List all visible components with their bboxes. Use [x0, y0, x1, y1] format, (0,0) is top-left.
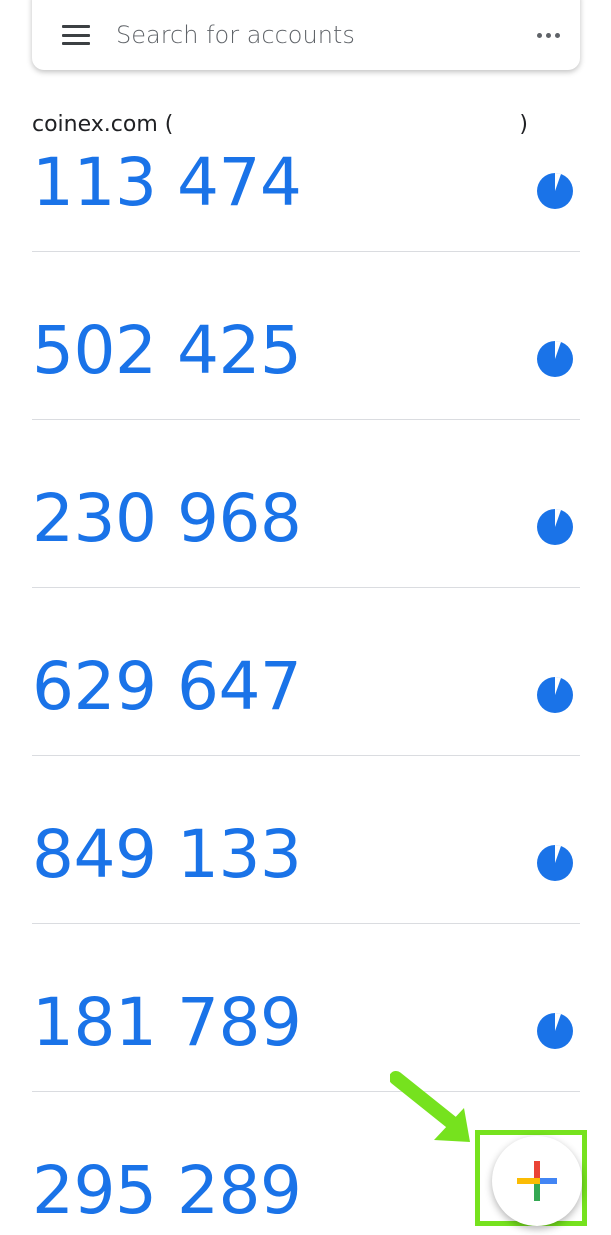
more-options-icon[interactable]	[535, 25, 562, 46]
countdown-timer-icon	[537, 676, 573, 713]
otp-code[interactable]: 502 425	[32, 318, 302, 384]
countdown-timer-icon	[537, 1012, 573, 1049]
account-list: coinex.com () 113 474 502 425 230 968 62…	[32, 84, 580, 1235]
account-item[interactable]: 849 133	[32, 756, 580, 924]
countdown-timer-icon	[537, 172, 573, 209]
search-bar[interactable]: Search for accounts	[32, 0, 580, 70]
account-item[interactable]: 502 425	[32, 252, 580, 420]
otp-code[interactable]: 113 474	[32, 150, 302, 216]
search-input[interactable]: Search for accounts	[116, 21, 535, 49]
account-item[interactable]: coinex.com () 113 474	[32, 84, 580, 252]
otp-code[interactable]: 295 289	[32, 1158, 302, 1224]
otp-code[interactable]: 230 968	[32, 486, 302, 552]
menu-icon[interactable]	[62, 25, 90, 45]
account-item[interactable]: 629 647	[32, 588, 580, 756]
countdown-timer-icon	[537, 844, 573, 881]
account-item[interactable]: 181 789	[32, 924, 580, 1092]
otp-code[interactable]: 629 647	[32, 654, 302, 720]
add-account-button[interactable]	[492, 1136, 582, 1226]
otp-code[interactable]: 181 789	[32, 990, 302, 1056]
account-item[interactable]: 230 968	[32, 420, 580, 588]
authenticator-screen: Search for accounts coinex.com () 113 47…	[0, 0, 611, 1235]
countdown-timer-icon	[537, 508, 573, 545]
account-name: coinex.com ()	[32, 112, 528, 137]
countdown-timer-icon	[537, 340, 573, 377]
add-plus-icon	[517, 1161, 557, 1201]
otp-code[interactable]: 849 133	[32, 822, 302, 888]
